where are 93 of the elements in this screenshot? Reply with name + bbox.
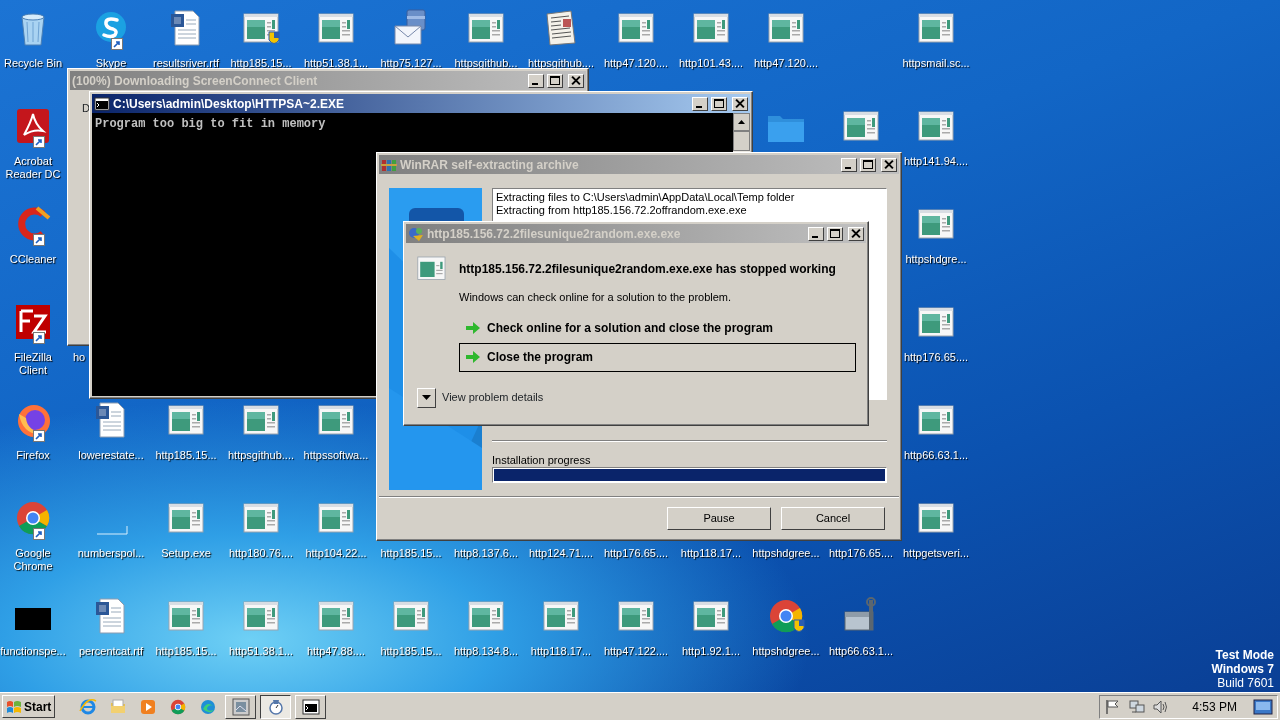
icon-label[interactable]: http8.134.8... <box>453 645 519 658</box>
minimize-button[interactable] <box>528 73 544 88</box>
icon-label[interactable]: http180.76.... <box>228 547 294 560</box>
icon-label[interactable]: http75.127... <box>380 57 442 70</box>
icon-label[interactable]: Google Chrome <box>0 547 66 573</box>
console-output: Program too big to fit in memory <box>94 116 327 133</box>
icon-label[interactable]: http8.137.6... <box>453 547 519 560</box>
os-notice-text: Test Mode <box>1214 648 1274 662</box>
icon-label[interactable]: http51.38.1... <box>303 57 369 70</box>
icon-label[interactable]: http118.17... <box>680 547 742 560</box>
play-icon[interactable] <box>139 697 158 716</box>
start-button[interactable]: Start <box>2 695 56 718</box>
show-desktop-icon[interactable] <box>1253 698 1273 715</box>
dialog-button[interactable]: Cancel <box>781 507 885 530</box>
command-link[interactable]: Close the program <box>459 342 856 372</box>
window-title: WinRAR self-extracting archive <box>400 156 580 174</box>
maximize-button[interactable] <box>547 73 563 88</box>
windows-flag-icon <box>6 698 22 715</box>
maximize-button[interactable] <box>827 226 843 241</box>
icon-label[interactable]: http185.15... <box>155 449 217 462</box>
console-icon <box>94 95 110 112</box>
arrow-icon <box>465 320 481 335</box>
icon-label[interactable]: numberspol... <box>77 547 145 560</box>
icon-label[interactable]: resultsriver.rtf <box>153 57 219 70</box>
icon-label[interactable]: http66.63.1... <box>828 645 894 658</box>
minimize-button[interactable] <box>841 157 857 172</box>
maximize-button[interactable] <box>860 157 876 172</box>
icon-label[interactable]: Skype <box>95 57 127 70</box>
icon-label[interactable]: lowerestate... <box>78 449 144 462</box>
error-heading: http185.156.72.2filesunique2random.exe.exe has stopped working <box>459 261 836 278</box>
icon-label[interactable]: httpsgithub.... <box>227 449 294 462</box>
window-title: http185.156.72.2filesunique2random.exe.exe <box>427 225 682 243</box>
minimize-button[interactable] <box>808 226 824 241</box>
framed-picture-icon <box>231 697 250 716</box>
icon-label[interactable]: ho <box>73 351 86 364</box>
icon-label[interactable]: FileZilla Client <box>0 351 66 377</box>
dialog-button[interactable]: Pause <box>667 507 771 530</box>
os-notice-text: Windows 7 <box>1211 662 1274 676</box>
progress-label: Installation progress <box>492 454 592 467</box>
console-icon <box>301 697 320 716</box>
expand-button[interactable] <box>417 387 436 408</box>
command-link[interactable]: Check online for a solution and close the program <box>459 315 856 340</box>
ftp-client-icon[interactable] <box>13 302 53 342</box>
icon-label[interactable]: httpshdgre... <box>905 253 967 266</box>
browser-wheel-icon[interactable] <box>169 697 188 716</box>
icon-label[interactable]: http185.15... <box>230 57 292 70</box>
window-title: (100%) Downloading ScreenConnect Client <box>72 72 319 90</box>
window-title: C:\Users\admin\Desktop\HTTPSA~2.EXE <box>113 95 346 113</box>
close-button[interactable] <box>732 96 748 111</box>
icon-label[interactable]: http47.120.... <box>753 57 819 70</box>
icon-label[interactable]: httpssoftwa... <box>303 449 369 462</box>
maximize-button[interactable] <box>711 96 727 111</box>
icon-label[interactable]: httpshdgree... <box>752 645 820 658</box>
close-button[interactable] <box>568 73 584 88</box>
error-message: Windows can check online for a solution to the problem. <box>459 290 733 305</box>
log-line: Extracting from http185.156.72.2offrandom.exe.exe <box>496 204 748 217</box>
icon-label[interactable]: httpsmail.sc... <box>902 57 970 70</box>
icon-label[interactable]: CCleaner <box>9 253 57 266</box>
close-button[interactable] <box>881 157 897 172</box>
icon-label[interactable]: httpsgithub.... <box>527 57 594 70</box>
icon-label[interactable]: http176.65.... <box>903 351 969 364</box>
arrow-icon <box>465 350 481 364</box>
program-window-icon <box>417 255 449 283</box>
icon-label[interactable]: http176.65.... <box>603 547 669 560</box>
body-text: D <box>82 102 90 114</box>
icon-label[interactable]: http101.43.... <box>678 57 744 70</box>
icon-label[interactable]: http66.63.1... <box>903 449 969 462</box>
icon-label[interactable]: http104.22... <box>305 547 367 560</box>
taskbar-button[interactable] <box>260 694 292 719</box>
icon-label[interactable]: http47.120.... <box>603 57 669 70</box>
close-button[interactable] <box>848 226 864 241</box>
icon-label[interactable]: http141.94.... <box>903 155 969 168</box>
icon-label[interactable]: Recycle Bin <box>3 57 63 70</box>
icon-label[interactable]: functionspe... <box>0 645 66 658</box>
icon-label[interactable]: http1.92.1... <box>681 645 741 658</box>
icon-label[interactable]: http118.17... <box>530 645 592 658</box>
report-icon <box>266 697 285 716</box>
icon-label[interactable]: Setup.exe <box>161 547 211 560</box>
icon-label[interactable]: Acrobat Reader DC <box>0 155 66 181</box>
icon-label[interactable]: httpsgithub... <box>454 57 518 70</box>
icon-label[interactable]: httpgetsveri... <box>902 547 969 560</box>
icon-label[interactable]: Firefox <box>16 449 50 462</box>
details-label: View problem details <box>442 390 544 406</box>
icon-label[interactable]: httpshdgree... <box>752 547 820 560</box>
icon-label[interactable]: http47.122.... <box>603 645 669 658</box>
icon-label[interactable]: http124.71.... <box>528 547 594 560</box>
os-notice-text: Build 7601 <box>1216 676 1274 690</box>
icon-label[interactable]: http185.15... <box>380 547 442 560</box>
minimize-button[interactable] <box>692 96 708 111</box>
icon-label[interactable]: http176.65.... <box>828 547 894 560</box>
log-line: Extracting files to C:\Users\admin\AppData\Local\Temp folder <box>496 191 796 204</box>
scrollbar[interactable] <box>733 113 750 151</box>
network-icon[interactable] <box>1128 697 1147 716</box>
